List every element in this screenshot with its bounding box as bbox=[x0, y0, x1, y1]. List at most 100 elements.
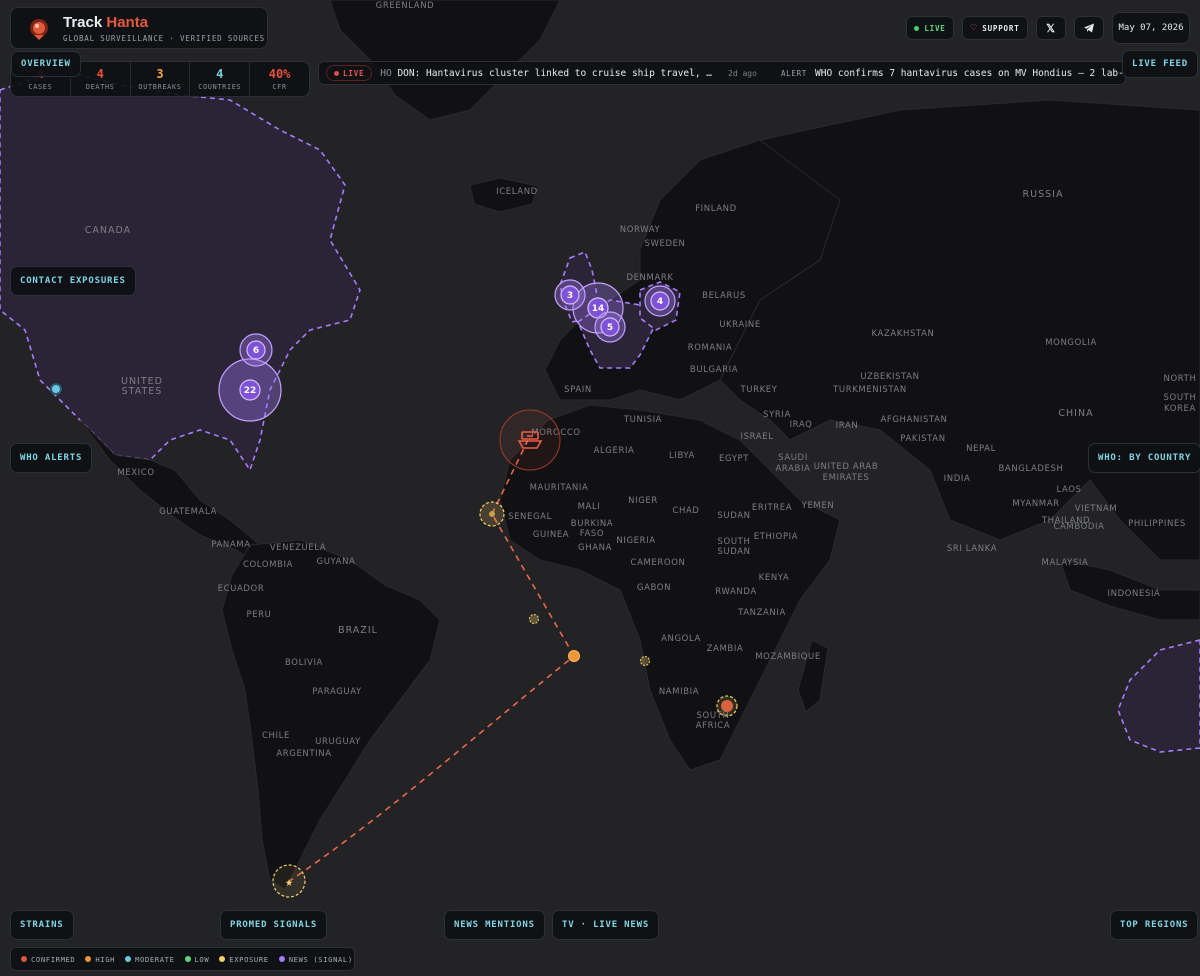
label-guinea: GUINEA bbox=[533, 530, 569, 540]
who-alerts-button[interactable]: WHO ALERTS bbox=[10, 443, 93, 473]
brand-panel[interactable]: Track Hanta GLOBAL SURVEILLANCE · VERIFI… bbox=[10, 7, 268, 49]
label-ukraine: UKRAINE bbox=[719, 320, 761, 330]
app-title: Track Hanta bbox=[63, 14, 149, 31]
cluster-france[interactable]: 5 bbox=[594, 311, 626, 343]
label-indonesia: INDONESIA bbox=[1108, 589, 1161, 599]
live-status-button[interactable]: LIVE bbox=[906, 16, 954, 40]
cluster-us-northeast[interactable]: 6 bbox=[239, 333, 273, 367]
stat-cfr: 40% CFR bbox=[268, 67, 291, 91]
cluster-count: 14 bbox=[592, 304, 605, 314]
label-senegal: SENEGAL bbox=[508, 512, 552, 522]
exposure-marker-atlantic-1[interactable] bbox=[529, 614, 539, 624]
label-angola: ANGOLA bbox=[661, 634, 701, 644]
label-yemen: YEMEN bbox=[801, 501, 835, 511]
label-mongolia: MONGOLIA bbox=[1045, 338, 1097, 348]
hanta-logo-icon bbox=[30, 19, 48, 40]
x-social-button[interactable]: 𝕏 bbox=[1036, 16, 1066, 40]
strains-button[interactable]: STRAINS bbox=[10, 910, 74, 940]
label-spain: SPAIN bbox=[564, 385, 592, 395]
x-logo-icon: 𝕏 bbox=[1046, 21, 1056, 35]
telegram-icon bbox=[1084, 23, 1094, 33]
label-india: INDIA bbox=[944, 474, 971, 484]
label-saudi-2: ARABIA bbox=[776, 464, 811, 474]
label-peru: PERU bbox=[246, 610, 271, 620]
world-map[interactable]: GREENLAND ICELAND CANADA UNITED STATES M… bbox=[0, 0, 1200, 976]
label-north: NORTH bbox=[1164, 374, 1197, 384]
label-burkina-1: BURKINA bbox=[571, 519, 613, 529]
label-romania: ROMANIA bbox=[688, 343, 733, 353]
label-south-sudan-1: SOUTH bbox=[718, 537, 751, 547]
cluster-count: 4 bbox=[657, 297, 663, 307]
label-china: CHINA bbox=[1058, 408, 1093, 419]
promed-signals-button[interactable]: PROMED SIGNALS bbox=[220, 910, 328, 940]
news-mentions-button[interactable]: NEWS MENTIONS bbox=[444, 910, 545, 940]
moderate-marker-california[interactable] bbox=[50, 383, 62, 395]
label-ghana: GHANA bbox=[578, 543, 612, 553]
high-marker-south-africa[interactable] bbox=[716, 695, 738, 717]
news-ticker[interactable]: LIVE HO DON: Hantavirus cluster linked t… bbox=[318, 61, 1126, 85]
label-venezuela: VENEZUELA bbox=[270, 543, 326, 553]
cluster-count: 22 bbox=[244, 386, 257, 396]
label-ecuador: ECUADOR bbox=[218, 584, 265, 594]
label-vietnam: VIETNAM bbox=[1075, 504, 1118, 514]
label-uruguay: URUGUAY bbox=[315, 737, 361, 747]
label-brazil: BRAZIL bbox=[338, 625, 378, 636]
label-iran: IRAN bbox=[836, 421, 859, 431]
label-rwanda: RWANDA bbox=[715, 587, 757, 597]
label-south-sudan-2: SUDAN bbox=[717, 547, 750, 557]
live-dot-icon bbox=[334, 70, 339, 76]
cluster-uk[interactable]: 3 bbox=[554, 279, 586, 311]
label-kenya: KENYA bbox=[759, 573, 790, 583]
outbreak-marker-ship[interactable] bbox=[499, 409, 561, 471]
stat-countries: 4 COUNTRIES bbox=[190, 62, 251, 96]
label-philippines: PHILIPPINES bbox=[1128, 519, 1186, 529]
legend-item-news-signal: NEWS (SIGNAL) bbox=[278, 955, 353, 964]
legend-item-exposure: EXPOSURE bbox=[219, 955, 268, 964]
label-gabon: GABON bbox=[637, 583, 671, 593]
exposure-marker-senegal[interactable] bbox=[479, 501, 505, 527]
label-algeria: ALGERIA bbox=[594, 446, 635, 456]
label-burkina-2: FASO bbox=[580, 529, 604, 539]
cluster-poland[interactable]: 4 bbox=[644, 285, 676, 317]
high-marker-st-helena[interactable] bbox=[568, 650, 580, 662]
ticker-timestamp: 2d ago bbox=[728, 68, 757, 78]
label-niger: NIGER bbox=[628, 496, 658, 506]
legend-item-high: HIGH bbox=[85, 955, 115, 964]
label-syria: SYRIA bbox=[763, 410, 791, 420]
top-regions-button[interactable]: TOP REGIONS bbox=[1110, 910, 1199, 940]
legend-item-low: LOW bbox=[184, 955, 210, 964]
label-nepal: NEPAL bbox=[966, 444, 996, 454]
exposure-marker-angola[interactable] bbox=[640, 656, 650, 666]
label-malaysia: MALAYSIA bbox=[1042, 558, 1089, 568]
who-by-country-button[interactable]: WHO: BY COUNTRY bbox=[1088, 443, 1200, 473]
legend-item-moderate: MODERATE bbox=[125, 955, 174, 964]
label-iceland: ICELAND bbox=[496, 187, 538, 197]
label-chad: CHAD bbox=[672, 506, 699, 516]
overview-button[interactable]: OVERVIEW bbox=[11, 51, 81, 77]
label-south-korea-2: KOREA bbox=[1164, 404, 1196, 414]
contact-exposures-button[interactable]: CONTACT EXPOSURES bbox=[10, 266, 136, 296]
support-button[interactable]: ♡ SUPPORT bbox=[962, 16, 1028, 40]
label-south-africa-2: AFRICA bbox=[696, 721, 730, 731]
label-finland: FINLAND bbox=[695, 204, 737, 214]
label-turkey: TURKEY bbox=[739, 385, 777, 395]
tv-live-news-button[interactable]: TV · LIVE NEWS bbox=[552, 910, 660, 940]
label-afghanistan: AFGHANISTAN bbox=[880, 415, 947, 425]
exposure-marker-ushuaia[interactable]: ★ bbox=[272, 864, 306, 898]
ticker-item[interactable]: HO DON: Hantavirus cluster linked to cru… bbox=[380, 68, 712, 79]
label-pakistan: PAKISTAN bbox=[900, 434, 945, 444]
label-sweden: SWEDEN bbox=[644, 239, 685, 249]
label-cambodia: CAMBODIA bbox=[1053, 522, 1104, 532]
label-tanzania: TANZANIA bbox=[737, 608, 786, 618]
ticker-item[interactable]: WHO confirms 7 hantavirus cases on MV Ho… bbox=[815, 68, 1125, 79]
label-egypt: EGYPT bbox=[719, 454, 749, 464]
telegram-button[interactable] bbox=[1074, 16, 1104, 40]
app-subtitle: GLOBAL SURVEILLANCE · VERIFIED SOURCES bbox=[63, 34, 265, 43]
label-chile: CHILE bbox=[262, 731, 290, 741]
live-feed-button[interactable]: LIVE FEED bbox=[1122, 50, 1198, 78]
label-colombia: COLOMBIA bbox=[243, 560, 293, 570]
stat-outbreaks: 3 OUTBREAKS bbox=[131, 62, 191, 96]
label-bulgaria: BULGARIA bbox=[690, 365, 738, 375]
label-united-states-2: STATES bbox=[122, 386, 163, 397]
cluster-us-east[interactable]: 22 bbox=[218, 358, 282, 422]
